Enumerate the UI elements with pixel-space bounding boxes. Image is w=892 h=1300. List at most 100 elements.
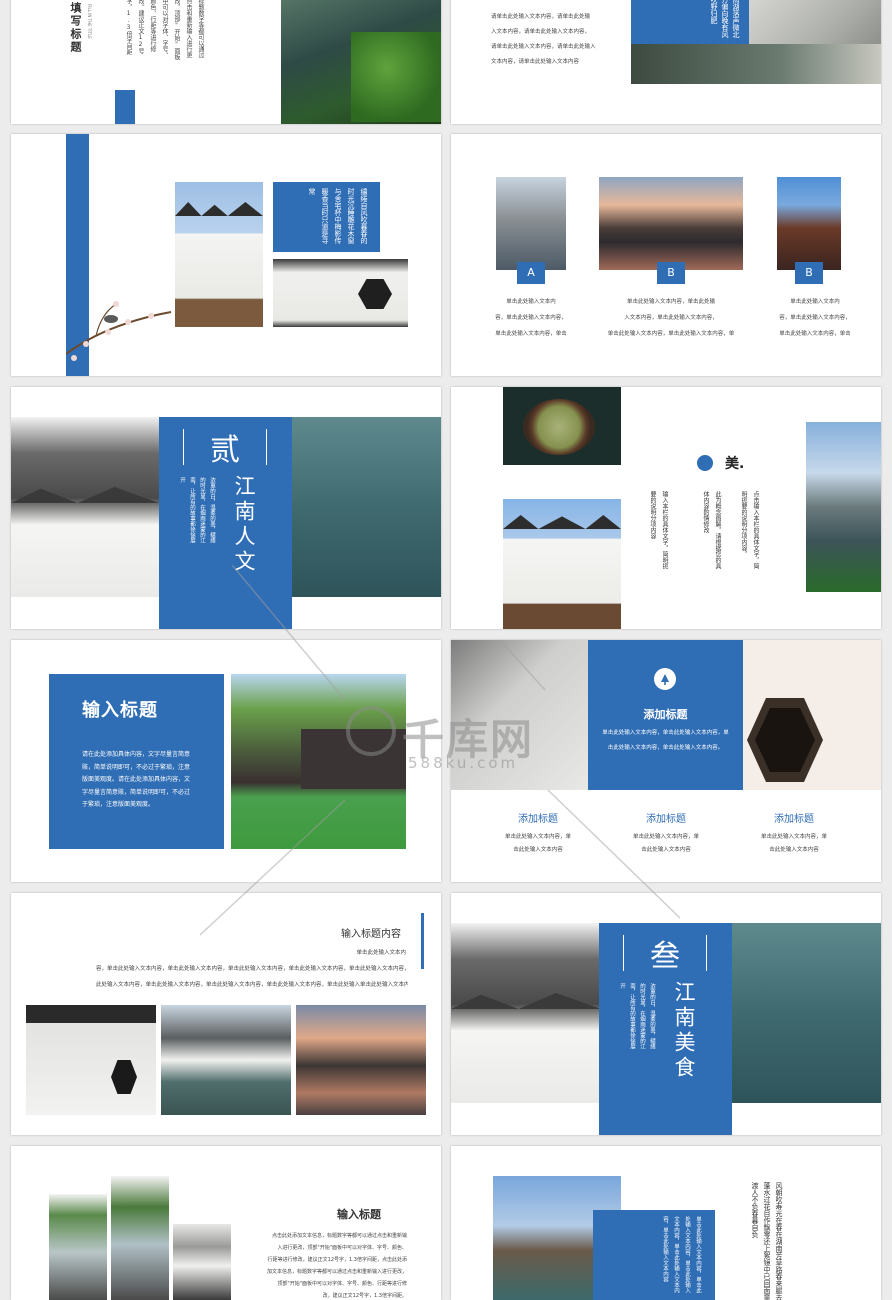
slide-11-body: 点击此处添加文本信息，标题数字等都可以通过点击和重新输 入进行更改，顶部"开始"… — [257, 1230, 407, 1300]
slide-1-en: FILL IN THE TITLE — [87, 4, 92, 39]
col-line: 单击此处输入文本内容，单 — [760, 834, 827, 840]
card-body: 单击此处输入文本内容，单击此处输入文本内容，单击此处输入文本内容，单击此处输入文… — [602, 730, 729, 751]
col-title: 添加标题 — [646, 814, 686, 825]
col-line: 击此处输入文本内容 — [769, 847, 819, 853]
label-a: A — [517, 262, 545, 284]
poem-vertical: 雨湖落声微北方偏向晚有风吹野归肥 — [710, 0, 740, 38]
caption-line: 单击此处输入文本内容，单击 — [779, 331, 851, 337]
col-line: 单击此处输入文本内容，单 — [632, 834, 699, 840]
slide-1[interactable]: 填写标题 FILL IN THE TITLE 标题数字等都可以通过点击和重新输入… — [11, 0, 441, 124]
body-line: 顶部"开始"面板中可以对字体、字号、颜色、行距等进行修 — [277, 1281, 407, 1287]
poem-vertical: 风朝吹寿光在春在湖南芳草路春来腿去蓬水过花目作飘零还上絮镜中已回面童渡人不负春暮… — [751, 1182, 783, 1300]
slide-12[interactable]: 单击此处输入文本内容，单击此处输入文本内容，单击此处输入文本内容，单击此处输入文… — [451, 1146, 881, 1300]
slide-9[interactable]: 输入标题内容 单击此处输入文本内 容，单击此处输入文本内容，单击此处输入文本内容… — [11, 893, 441, 1135]
stone-steps-photo — [749, 0, 881, 44]
sunset-canal-photo — [296, 1005, 426, 1115]
slide-10[interactable]: 叁 江南美食 浓重的白，温柔的墨，缱绻的时光里，在烟雨迷蒙的江南，让所有的故事都… — [451, 893, 881, 1135]
slide-4[interactable]: A B B 单击此处输入文本内 容，单击此处输入文本内容， 单击此处输入文本内容… — [451, 134, 881, 376]
body-line: 行距等进行修改，建议正文12号字，1.3倍字间距，点击此处添 — [267, 1257, 407, 1263]
willow-house-photo — [231, 674, 406, 849]
accent-bar — [115, 90, 135, 124]
slide-9-body-wide: 容，单击此处输入文本内容，单击此处输入文本内容，单击此处输入文本内容，单击此处输… — [96, 961, 408, 993]
hex-window-photo — [743, 640, 881, 790]
section-desc: 浓重的白，温柔的墨，缱绻的时光里，在烟雨迷蒙的江南，让所有的故事都徐徐展开 — [179, 477, 215, 543]
section-number: 贰 — [210, 433, 240, 468]
tree-house-photo-1 — [49, 1194, 107, 1300]
slide-5[interactable]: 贰 江南人文 浓重的白，温柔的墨，缱绻的时光里，在烟雨迷蒙的江南，让所有的故事都… — [11, 387, 441, 629]
photo-b — [599, 177, 743, 270]
caption-line: 单击此处输入文本内 — [790, 299, 840, 305]
caption-c: 单击此处输入文本内 容，单击此处输入文本内容， 单击此处输入文本内容，单击 — [751, 294, 879, 342]
text-line: 文本内容，请单击此处输入文本内容 — [491, 59, 580, 65]
label-b: B — [657, 262, 685, 284]
mooncake-photo — [503, 387, 621, 465]
col-3: 添加标题 单击此处输入文本内容，单 击此处输入文本内容 — [729, 810, 859, 857]
slide-1-body: 标题数字等都可以通过点击和重新输入进行更改，顶部"开始"面板中可以对字体、字号、… — [125, 0, 204, 60]
tree-house-photo-2 — [111, 1176, 169, 1300]
body-line: 点击此处添加文本信息，标题数字等都可以通过点击和重新输 — [271, 1233, 407, 1239]
slide-11[interactable]: 输入标题 点击此处添加文本信息，标题数字等都可以通过点击和重新输 入进行更改，顶… — [11, 1146, 441, 1300]
col-2: 添加标题 单击此处输入文本内容，单 击此处输入文本内容 — [601, 810, 731, 857]
card-body: 单击此处输入文本内容，单击此处输入文本内容，单击此处输入文本内容，单击此处输入文… — [662, 1216, 701, 1293]
caption-line: 容，单击此处输入文本内容， — [779, 315, 851, 321]
slide-8[interactable]: 添加标题 单击此处输入文本内容，单击此处输入文本内容，单击此处输入文本内容，单击… — [451, 640, 881, 882]
photo-a — [496, 177, 566, 270]
accent-line — [421, 913, 424, 969]
slide-7[interactable]: 输入标题 请在此处添加具体内容，文字尽量言简意赅，简单说明即可，不必过于繁琐，注… — [11, 640, 441, 882]
canal-houses-photo — [806, 422, 881, 592]
col-line: 击此处输入文本内容 — [513, 847, 563, 853]
blossom-branch — [65, 274, 176, 364]
slide-1-title: 填写标题 — [69, 2, 82, 54]
text-card: 单击此处输入文本内容，单击此处输入文本内容，单击此处输入文本内容，单击此处输入文… — [593, 1210, 715, 1300]
card-title: 添加标题 — [643, 708, 688, 721]
body-line: 容，单击此处输入文本内容，单击此处输入文本内容，单击此处输入文本内容，单击此处输… — [96, 966, 408, 972]
slide-2-text: 请单击此处输入文本内容，请单击此处输 入文本内容，请单击此处输入文本内容， 请单… — [491, 10, 621, 70]
section-number: 叁 — [650, 939, 680, 974]
slide-3[interactable]: 缱绻自风吹暮春的时光沉睡雕花木窗与舍宅杯中梅影传暖香当时只道是寻常 — [11, 134, 441, 376]
body-line: 入进行更改，顶部"开始"面板中可以对字体、字号、颜色、 — [277, 1245, 407, 1251]
slide-7-body: 请在此处添加具体内容，文字尽量言简意赅，简单说明即可，不必过于繁琐，注意版面美观… — [82, 751, 191, 808]
text-col-1: 点击输入本栏的具体文字，简明扼要的说明分项内容， — [740, 491, 759, 569]
text-line: 入文本内容，请单击此处输入文本内容， — [491, 29, 591, 35]
caption-line: 单击此处输入文本内容，单击此处输 — [626, 299, 715, 305]
slide-9-body: 单击此处输入文本内 — [96, 945, 406, 961]
slide-9-title: 输入标题内容 — [341, 929, 401, 940]
section-panel: 贰 江南人文 浓重的白，温柔的墨，缱绻的时光里，在烟雨迷蒙的江南，让所有的故事都… — [159, 417, 292, 629]
caption-line: 单击此处输入文本内容，单击此处输入文本内容，单 — [607, 331, 735, 337]
village-lake-photo — [161, 1005, 291, 1115]
beauty-title: 美. — [725, 456, 745, 472]
canal-photo — [281, 0, 441, 124]
white-wall-photo — [175, 182, 263, 327]
photo-c — [777, 177, 841, 270]
slide-6[interactable]: 美. 点击输入本栏的具体文字，简明扼要的说明分项内容， 此为概念图解，请根据您的… — [451, 387, 881, 629]
section-title: 江南人文 — [232, 475, 256, 575]
col-1: 添加标题 单击此处输入文本内容，单 击此处输入文本内容 — [473, 810, 603, 857]
slide-2[interactable]: 请单击此处输入文本内容，请单击此处输 入文本内容，请单击此处输入文本内容， 请单… — [451, 0, 881, 124]
col-title: 添加标题 — [518, 814, 558, 825]
tree-house-photo-3 — [173, 1224, 231, 1300]
poem-panel: 缱绻自风吹暮春的时光沉睡雕花木窗与舍宅杯中梅影传暖香当时只道是寻常 — [273, 182, 380, 252]
water-town-photo — [631, 44, 881, 84]
hex-window-photo — [26, 1005, 156, 1115]
col-line: 击此处输入文本内容 — [641, 847, 691, 853]
tree-icon — [654, 668, 676, 690]
wall-gable-photo — [503, 499, 621, 629]
lake-photo — [732, 923, 881, 1103]
caption-line: 入文本内容，单击此处输入文本内容， — [624, 315, 718, 321]
body-line: 此处输入文本内容，单击此处输入文本内容，单击此处输入文本内容，单击此处输入文本内… — [96, 982, 408, 988]
section-panel: 叁 江南美食 浓重的白，温柔的墨，缱绻的时光里，在烟雨迷蒙的江南，让所有的故事都… — [599, 923, 732, 1135]
section-desc: 浓重的白，温柔的墨，缱绻的时光里，在烟雨迷蒙的江南，让所有的故事都徐徐展开 — [619, 983, 655, 1049]
text-line: 请单击此处输入文本内容，请单击此处输入 — [491, 44, 596, 50]
caption-line: 单击此处输入文本内 — [506, 299, 556, 305]
col-title: 添加标题 — [774, 814, 814, 825]
slide-11-title: 输入标题 — [337, 1208, 381, 1221]
col-line: 单击此处输入文本内容，单 — [504, 834, 571, 840]
text-col-2: 此为概念图解，请根据您的具体内容酌情修改 — [702, 491, 721, 569]
caption-b: 单击此处输入文本内容，单击此处输 入文本内容，单击此处输入文本内容， 单击此处输… — [601, 294, 741, 342]
title-card: 添加标题 单击此处输入文本内容，单击此处输入文本内容，单击此处输入文本内容，单击… — [588, 640, 743, 790]
body-line: 加文本信息，标题数字等都可以通过点击和重新输入进行更改， — [266, 1269, 407, 1275]
text-col-3: 输入本栏的具体文字，简明扼要的说明分项内容 — [649, 491, 668, 569]
caption-line: 单击此处输入文本内容，单击 — [495, 331, 567, 337]
window-wall-photo — [273, 259, 408, 327]
lake-photo — [292, 417, 441, 597]
